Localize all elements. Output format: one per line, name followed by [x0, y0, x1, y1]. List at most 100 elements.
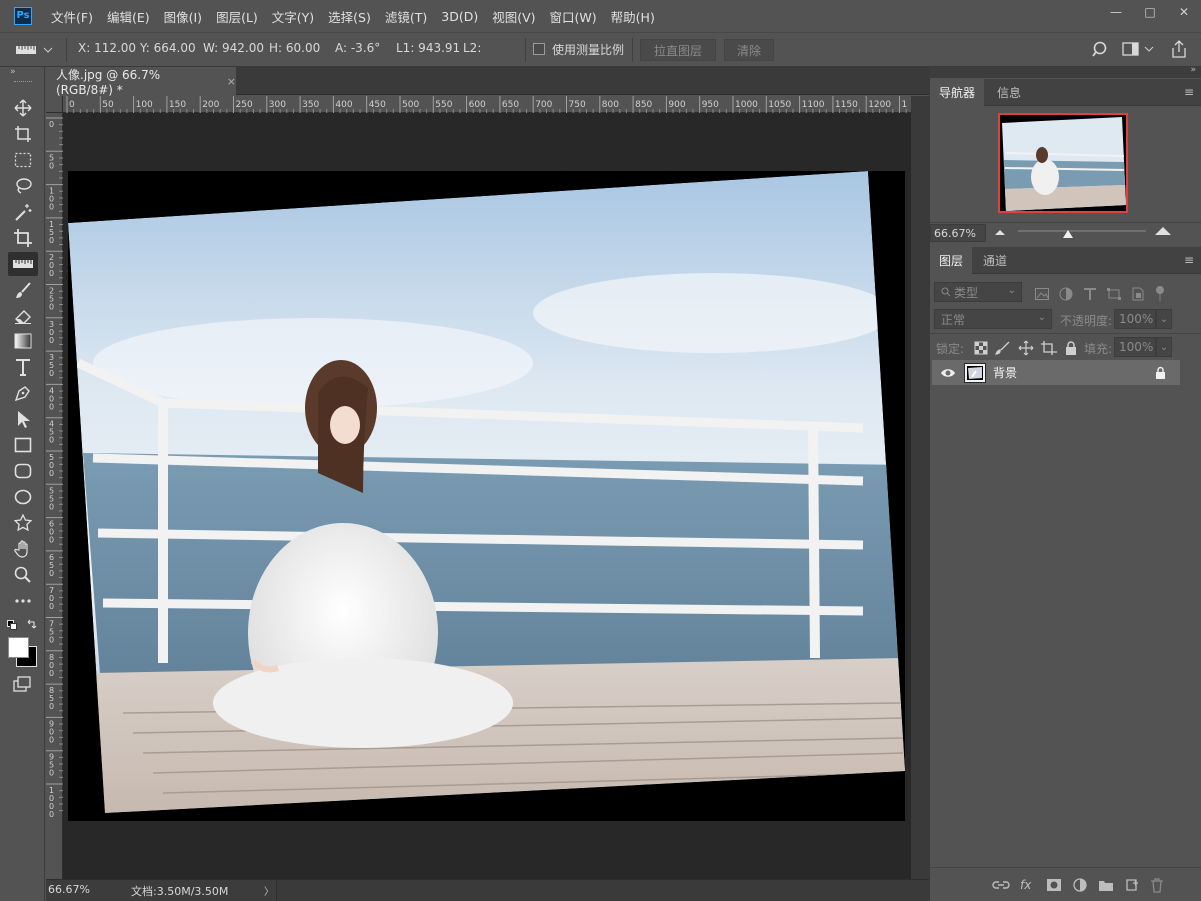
ellipse-tool[interactable] [8, 485, 38, 509]
swap-colors-button[interactable] [26, 618, 38, 633]
fill-field[interactable]: 100% [1114, 337, 1156, 357]
navigator-menu-icon[interactable]: ≡ [1184, 85, 1194, 99]
pixel-layer-filter-icon[interactable] [1034, 287, 1050, 301]
adjustment-layer-icon[interactable] [1072, 877, 1088, 893]
type-layer-filter-icon[interactable] [1082, 287, 1098, 301]
hand-tool[interactable] [8, 537, 38, 561]
search-button[interactable] [1092, 41, 1110, 62]
panel-grip[interactable] [14, 81, 32, 83]
collapse-panel-icon[interactable]: » [10, 67, 16, 77]
status-menu-button[interactable]: 〉 [264, 883, 274, 898]
workspace-switcher[interactable] [1122, 41, 1154, 57]
menu-image[interactable]: 图像(I) [157, 7, 209, 26]
tool-preset-picker[interactable] [6, 38, 62, 62]
adjustment-layer-filter-icon[interactable] [1058, 287, 1074, 301]
menu-file[interactable]: 文件(F) [44, 7, 100, 26]
lock-artboard-icon[interactable] [1041, 341, 1057, 355]
lock-position-icon[interactable] [1018, 340, 1034, 356]
zoom-out-icon[interactable] [994, 228, 1006, 236]
minimize-button[interactable]: — [1099, 0, 1133, 24]
default-colors-button[interactable] [7, 619, 17, 633]
straighten-layer-button[interactable]: 拉直图层 [640, 39, 716, 61]
menu-window[interactable]: 窗口(W) [543, 7, 604, 26]
add-mask-icon[interactable] [1046, 878, 1062, 892]
restore-button[interactable]: □ [1133, 0, 1167, 24]
menu-help[interactable]: 帮助(H) [604, 7, 662, 26]
filter-toggle-icon[interactable] [1154, 285, 1166, 303]
tab-navigator[interactable]: 导航器 [930, 79, 985, 106]
path-selection-tool[interactable] [8, 407, 38, 431]
ruler-v-label: 250 [49, 287, 54, 312]
link-layers-icon[interactable] [992, 878, 1010, 892]
lock-transparent-pixels-icon[interactable] [974, 341, 988, 355]
tab-layers[interactable]: 图层 [930, 247, 973, 274]
shape-layer-filter-icon[interactable] [1106, 287, 1122, 301]
foreground-color-swatch[interactable] [8, 637, 29, 658]
menu-layer[interactable]: 图层(L) [209, 7, 265, 26]
artboard-tool[interactable] [8, 122, 38, 146]
navigator-zoom-slider[interactable] [1018, 230, 1146, 232]
move-tool[interactable] [8, 96, 38, 120]
quick-mask-button[interactable] [8, 672, 38, 696]
menu-select[interactable]: 选择(S) [321, 7, 378, 26]
edit-toolbar-button[interactable] [8, 589, 38, 613]
visibility-eye-icon[interactable] [940, 367, 956, 379]
new-layer-icon[interactable] [1124, 877, 1140, 893]
tab-info[interactable]: 信息 [988, 79, 1030, 106]
custom-shape-tool[interactable] [8, 511, 38, 535]
zoom-tool[interactable] [8, 563, 38, 587]
marquee-tool[interactable] [8, 148, 38, 172]
navigator-thumbnail[interactable] [998, 113, 1128, 213]
canvas-area[interactable] [63, 113, 911, 879]
brush-tool[interactable] [8, 278, 38, 302]
gradient-icon [14, 333, 32, 349]
menu-filter[interactable]: 滤镜(T) [378, 7, 434, 26]
menu-type[interactable]: 文字(Y) [265, 7, 321, 26]
ruler-tool[interactable] [8, 252, 38, 276]
menu-edit[interactable]: 编辑(E) [100, 7, 157, 26]
layer-row-background[interactable]: 背景 [932, 360, 1180, 385]
delete-layer-icon[interactable] [1150, 877, 1164, 893]
ruler-origin[interactable] [46, 96, 63, 113]
smart-object-filter-icon[interactable] [1130, 287, 1146, 301]
blend-mode-select[interactable]: 正常 ⌄ [934, 309, 1052, 329]
type-tool[interactable] [8, 355, 38, 379]
rounded-rectangle-tool[interactable] [8, 459, 38, 483]
close-tab-icon[interactable]: × [227, 75, 236, 88]
pen-tool[interactable] [8, 381, 38, 405]
zoom-level[interactable]: 66.67% [48, 883, 90, 896]
magic-wand-tool[interactable] [8, 200, 38, 224]
expand-panels-icon[interactable]: » [1190, 65, 1196, 75]
close-button[interactable]: ✕ [1167, 0, 1201, 24]
navigator-zoom-field[interactable]: 66.67% [930, 224, 986, 242]
new-group-icon[interactable] [1098, 878, 1114, 892]
layer-style-fx-icon[interactable]: fx [1020, 878, 1036, 892]
eraser-tool[interactable] [8, 304, 38, 328]
menu-view[interactable]: 视图(V) [485, 7, 542, 26]
rectangle-tool[interactable] [8, 433, 38, 457]
lock-all-icon[interactable] [1064, 341, 1078, 355]
crop-tool[interactable] [8, 226, 38, 250]
clear-button[interactable]: 清除 [724, 39, 774, 61]
zoom-slider-thumb[interactable] [1062, 229, 1074, 239]
document-canvas[interactable] [63, 113, 911, 879]
tab-channels[interactable]: 通道 [974, 247, 1016, 274]
share-button[interactable] [1170, 39, 1188, 62]
layers-menu-icon[interactable]: ≡ [1184, 253, 1194, 267]
horizontal-scrollbar[interactable] [276, 880, 929, 901]
vertical-scrollbar[interactable] [911, 96, 929, 879]
ruler-v-label: 950 [49, 753, 54, 778]
swap-icon [27, 619, 37, 629]
fill-dropdown[interactable]: ⌄ [1156, 337, 1172, 357]
lock-image-pixels-icon[interactable] [995, 341, 1011, 355]
lasso-tool[interactable] [8, 174, 38, 198]
opacity-dropdown[interactable]: ⌄ [1156, 309, 1172, 329]
zoom-in-icon[interactable] [1154, 226, 1172, 236]
gradient-tool[interactable] [8, 329, 38, 353]
ruler-h-label: 500 [402, 100, 419, 110]
document-tab[interactable]: 人像.jpg @ 66.7%(RGB/8#) * × [46, 67, 236, 97]
use-measurement-scale-checkbox[interactable] [533, 43, 545, 55]
menu-3d[interactable]: 3D(D) [434, 9, 485, 24]
opacity-field[interactable]: 100% [1114, 309, 1156, 329]
layer-filter-select[interactable]: 类型 ⌄ [934, 282, 1022, 302]
